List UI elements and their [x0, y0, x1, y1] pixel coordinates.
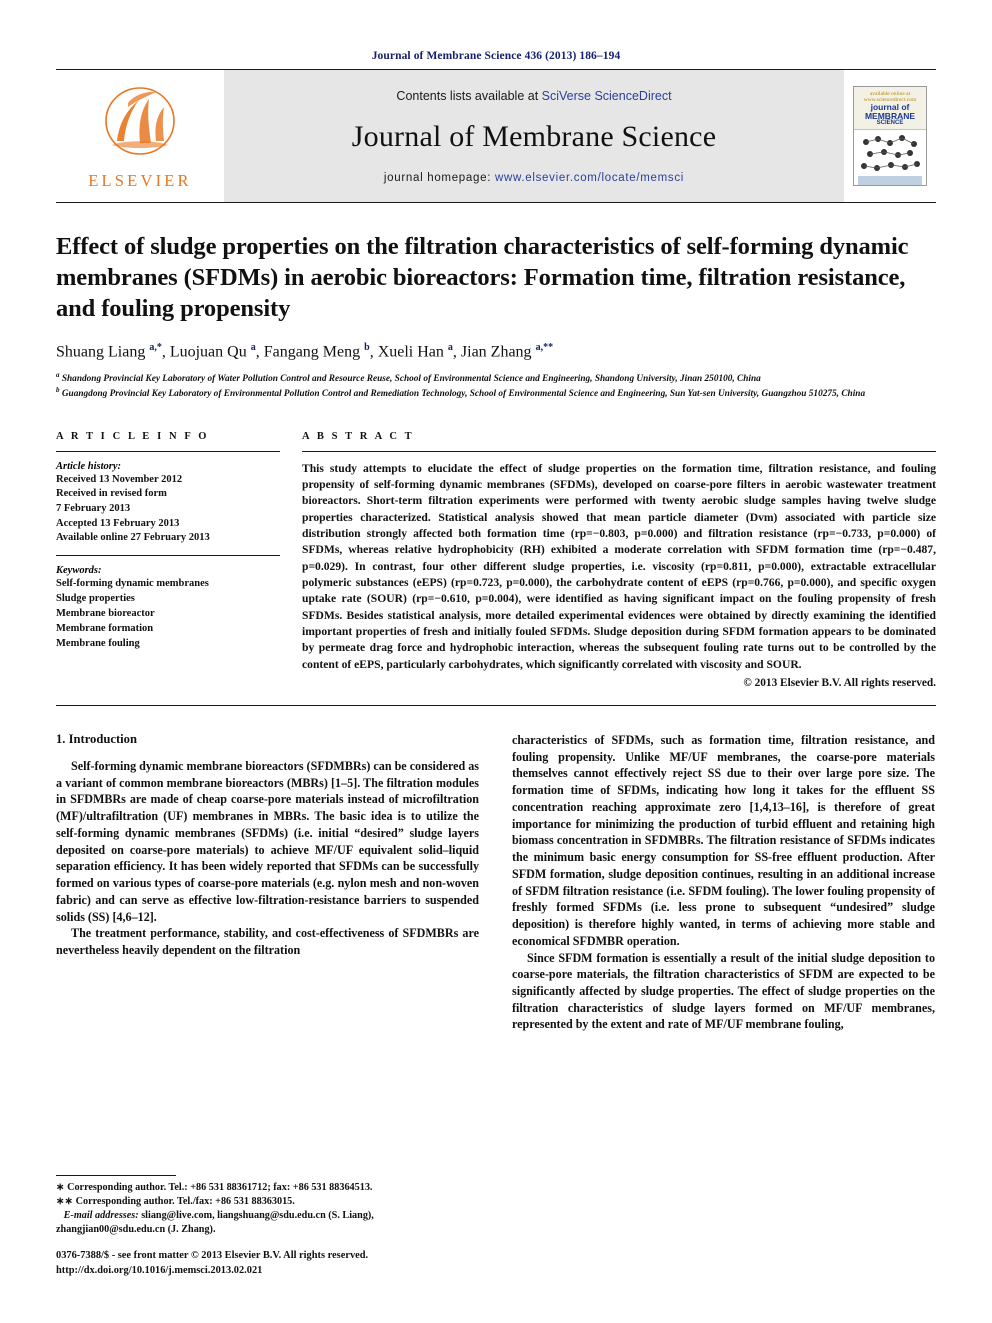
body-column-left: 1. Introduction Self-forming dynamic mem…	[56, 732, 479, 1033]
article-history-label: Article history:	[56, 460, 122, 472]
affiliation-b-text: Guangdong Provincial Key Laboratory of E…	[61, 388, 866, 399]
corresponding-author-text-1: Corresponding author. Tel.: +86 531 8836…	[67, 1181, 373, 1193]
paper-page: Journal of Membrane Science 436 (2013) 1…	[0, 0, 992, 1323]
abstract-copyright: © 2013 Elsevier B.V. All rights reserved…	[743, 676, 936, 689]
corresponding-author-note-2: ∗∗ Corresponding author. Tel./fax: +86 5…	[56, 1195, 479, 1209]
article-info-column: A R T I C L E I N F O Article history: R…	[56, 431, 302, 689]
keyword-item: Self-forming dynamic membranes	[56, 577, 209, 589]
journal-masthead: ELSEVIER Contents lists available at Sci…	[56, 70, 936, 203]
history-line: 7 February 2013	[56, 502, 131, 514]
history-line: Available online 27 February 2013	[56, 532, 210, 544]
contents-available-line: Contents lists available at SciVerse Sci…	[396, 89, 671, 103]
body-columns: 1. Introduction Self-forming dynamic mem…	[56, 732, 936, 1033]
cover-image: available online at www.sciencedirect.co…	[853, 86, 927, 186]
history-line: Received in revised form	[56, 488, 167, 500]
footnote-block: ∗ Corresponding author. Tel.: +86 531 88…	[56, 1174, 479, 1279]
info-abstract-block: A R T I C L E I N F O Article history: R…	[56, 431, 936, 693]
paragraph: characteristics of SFDMs, such as format…	[512, 732, 935, 948]
paragraph: Self-forming dynamic membrane bioreactor…	[56, 758, 480, 924]
paragraph: Since SFDM formation is essentially a re…	[512, 950, 935, 1032]
keyword-item: Sludge properties	[56, 592, 135, 604]
footnote-rule	[56, 1174, 176, 1176]
abstract-heading: A B S T R A C T	[302, 430, 415, 442]
journal-cover-thumbnail: available online at www.sciencedirect.co…	[844, 70, 936, 202]
abstract-bottom-rule	[56, 704, 936, 706]
abstract-column: A B S T R A C T This study attempts to e…	[302, 431, 936, 689]
cover-header: available online at www.sciencedirect.co…	[854, 87, 926, 130]
email-label: E-mail addresses:	[63, 1209, 139, 1221]
journal-homepage-url[interactable]: www.elsevier.com/locate/memsci	[495, 172, 684, 184]
abstract-rule	[302, 450, 936, 452]
corresponding-author-note-1: ∗ Corresponding author. Tel.: +86 531 88…	[56, 1181, 479, 1195]
keywords-label: Keywords:	[56, 564, 102, 576]
issn-copyright-block: 0376-7388/$ - see front matter © 2013 El…	[56, 1249, 479, 1279]
publisher-logo: ELSEVIER	[56, 70, 224, 202]
affiliation-b: b Guangdong Provincial Key Laboratory of…	[56, 386, 936, 401]
history-line: Received 13 November 2012	[56, 473, 183, 485]
journal-title: Journal of Membrane Science	[351, 119, 717, 153]
article-info-heading: A R T I C L E I N F O	[56, 430, 210, 442]
publisher-wordmark: ELSEVIER	[88, 171, 192, 190]
keywords-rule	[56, 554, 280, 556]
section-heading-introduction: 1. Introduction	[56, 731, 137, 746]
footnote-marker-asterisk: ∗	[56, 1181, 65, 1193]
contents-prefix: Contents lists available at	[396, 88, 542, 103]
abstract-text: This study attempts to elucidate the eff…	[302, 461, 936, 671]
masthead-center: Contents lists available at SciVerse Sci…	[224, 70, 844, 202]
keyword-item: Membrane formation	[56, 622, 154, 634]
article-title: Effect of sludge properties on the filtr…	[56, 233, 909, 323]
cover-membrane-graphic	[858, 135, 922, 185]
body-column-right: characteristics of SFDMs, such as format…	[512, 732, 935, 1033]
corresponding-author-text-2: Corresponding author. Tel./fax: +86 531 …	[75, 1195, 295, 1207]
elsevier-tree-icon	[105, 87, 175, 155]
keyword-item: Membrane fouling	[56, 637, 140, 649]
keyword-item: Membrane bioreactor	[56, 607, 155, 619]
issn-line: 0376-7388/$ - see front matter © 2013 El…	[56, 1250, 369, 1262]
running-head: Journal of Membrane Science 436 (2013) 1…	[371, 50, 621, 62]
article-info-rule	[56, 450, 280, 452]
title-block: Effect of sludge properties on the filtr…	[56, 203, 936, 401]
affiliation-mark-b: b	[56, 385, 60, 394]
affiliation-a: a Shandong Provincial Key Laboratory of …	[56, 371, 936, 386]
affiliation-a-text: Shandong Provincial Key Laboratory of Wa…	[61, 373, 761, 384]
affiliation-mark-a: a	[56, 370, 60, 379]
author-list: Shuang Liang a,*, Luojuan Qu a, Fangang …	[56, 342, 554, 361]
footnote-marker-double-asterisk: ∗∗	[56, 1195, 74, 1207]
sciencedirect-link[interactable]: SciVerse ScienceDirect	[542, 89, 672, 103]
homepage-prefix: journal homepage:	[383, 171, 495, 184]
journal-homepage-line: journal homepage: www.elsevier.com/locat…	[384, 172, 684, 184]
doi-line[interactable]: http://dx.doi.org/10.1016/j.memsci.2013.…	[56, 1264, 479, 1279]
email-addresses-note: E-mail addresses: sliang@live.com, liang…	[56, 1209, 479, 1237]
cover-artwork	[854, 130, 926, 185]
cover-line2c: SCIENCE	[876, 120, 904, 126]
history-line: Accepted 13 February 2013	[56, 517, 180, 529]
cover-line2b: MEMBRANE	[864, 110, 916, 121]
paragraph: The treatment performance, stability, an…	[56, 926, 479, 958]
